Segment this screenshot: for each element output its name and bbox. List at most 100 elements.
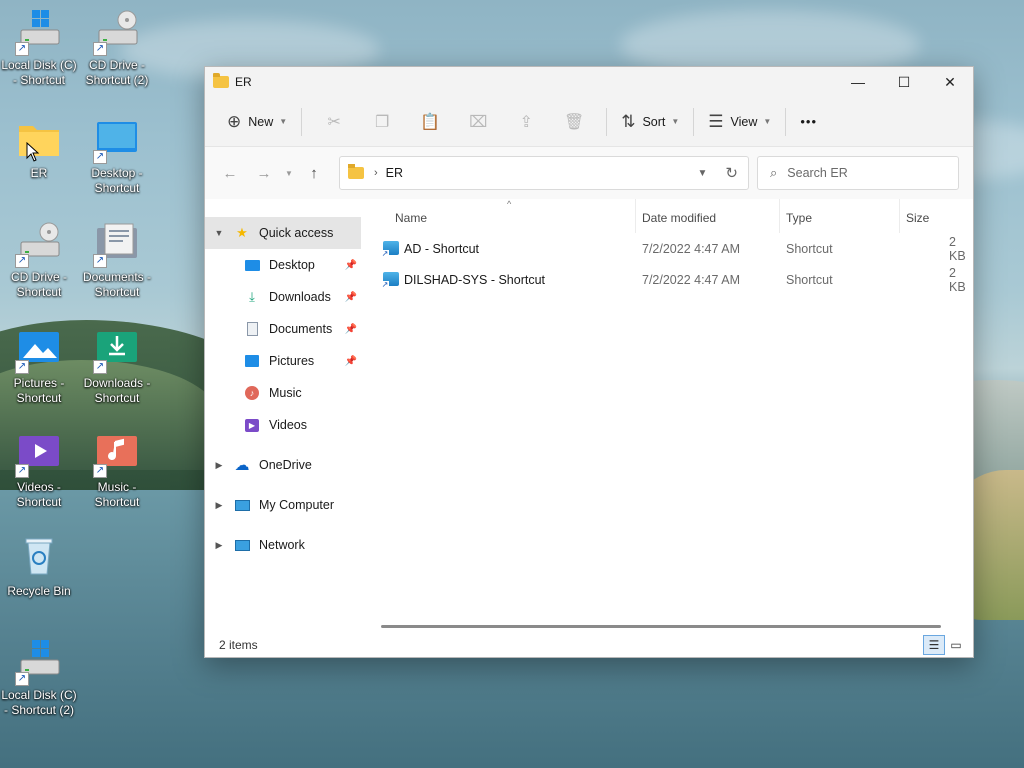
view-button[interactable]: ☰ View ▼	[702, 106, 777, 138]
file-type: Shortcut	[786, 272, 833, 287]
copy-icon[interactable]: ❐	[358, 112, 406, 132]
chevron-down-icon[interactable]: ▼	[205, 228, 233, 238]
nav-item-desktop[interactable]: Desktop 📌	[205, 249, 361, 281]
pin-icon[interactable]: 📌	[345, 324, 357, 335]
rename-icon[interactable]: ⌧	[454, 112, 502, 132]
breadcrumb-er[interactable]: ER	[386, 166, 403, 180]
large-icons-view-icon[interactable]: ▭	[945, 635, 967, 655]
chevron-right-icon[interactable]: ▶	[205, 540, 233, 551]
command-bar: ⊕ New ▼ ✂ ❐ 📋 ⌧ ⇪ 🗑 ⇅ Sort ▼ ☰ View ▼ ••…	[205, 97, 973, 147]
desktop-icon-cd-drive-shortcut[interactable]: ↗ CD Drive - Shortcut	[0, 220, 78, 300]
search-input[interactable]	[787, 166, 938, 180]
plus-circle-icon: ⊕	[227, 111, 242, 131]
sort-label: Sort	[642, 114, 666, 129]
desktop-icon-local-disk-shortcut[interactable]: ↗ Local Disk (C) - Shortcut	[0, 8, 78, 88]
horizontal-scrollbar[interactable]	[381, 625, 941, 628]
navigation-pane: ▼ ★ Quick access Desktop 📌 ⤓ Downloads 📌…	[205, 199, 361, 625]
desktop-icon-desktop-shortcut[interactable]: ↗ Desktop - Shortcut	[78, 116, 156, 196]
column-date-header[interactable]: Date modified	[642, 211, 716, 225]
desktop-icon-music-shortcut[interactable]: ↗ Music - Shortcut	[78, 430, 156, 510]
file-list: ^ Name Date modified Type Size AD - Shor…	[361, 199, 973, 625]
documents-folder-icon: ↗	[93, 220, 141, 268]
shortcut-icon	[381, 272, 399, 289]
pin-icon[interactable]: 📌	[345, 292, 357, 303]
minimize-button[interactable]: —	[835, 67, 881, 97]
more-options-button[interactable]: •••	[794, 106, 823, 138]
chevron-right-icon[interactable]: ▶	[205, 460, 233, 471]
column-headers: ^ Name Date modified Type Size	[361, 199, 973, 233]
file-name: AD - Shortcut	[404, 242, 480, 256]
chevron-down-icon: ▼	[671, 117, 680, 126]
documents-icon	[243, 321, 261, 337]
share-icon[interactable]: ⇪	[502, 112, 550, 132]
nav-onedrive[interactable]: ▶ ☁ OneDrive	[205, 449, 361, 481]
nav-item-documents[interactable]: Documents 📌	[205, 313, 361, 345]
desktop-icon-downloads-shortcut[interactable]: ↗ Downloads - Shortcut	[78, 326, 156, 406]
status-bar: 2 items ☰ ▭	[205, 633, 973, 657]
chevron-right-icon[interactable]: ▶	[205, 500, 233, 511]
nav-item-videos[interactable]: ▶ Videos	[205, 409, 361, 441]
nav-item-downloads[interactable]: ⤓ Downloads 📌	[205, 281, 361, 313]
nav-quick-access[interactable]: ▼ ★ Quick access	[205, 217, 361, 249]
column-divider[interactable]	[779, 199, 780, 233]
desktop-icon-pictures-shortcut[interactable]: ↗ Pictures - Shortcut	[0, 326, 78, 406]
nav-item-music[interactable]: ♪ Music	[205, 377, 361, 409]
back-arrow-icon[interactable]: ←	[213, 165, 247, 182]
pin-icon[interactable]: 📌	[345, 356, 357, 367]
details-view-icon[interactable]: ☰	[923, 635, 945, 655]
desktop-icon-local-disk-shortcut-2[interactable]: ↗ Local Disk (C) - Shortcut (2)	[0, 638, 78, 718]
star-icon: ★	[236, 225, 248, 240]
title-bar[interactable]: ER — ☐ ✕	[205, 67, 973, 97]
nav-item-pictures[interactable]: Pictures 📌	[205, 345, 361, 377]
address-bar[interactable]: › ER ▼ ↻	[339, 156, 749, 190]
chevron-down-icon: ▼	[279, 117, 288, 126]
refresh-icon[interactable]: ↻	[725, 164, 738, 182]
downloads-icon: ⤓	[249, 289, 255, 304]
desktop-icon-recycle-bin[interactable]: Recycle Bin	[0, 534, 78, 599]
forward-arrow-icon[interactable]: →	[247, 165, 281, 182]
folder-icon	[348, 164, 364, 179]
file-type: Shortcut	[786, 241, 833, 256]
maximize-button[interactable]: ☐	[881, 67, 927, 97]
file-explorer-window: ER — ☐ ✕ ⊕ New ▼ ✂ ❐ 📋 ⌧ ⇪ 🗑 ⇅ Sort ▼ ☰ …	[204, 66, 974, 658]
music-folder-icon: ↗	[93, 430, 141, 478]
desktop-icon-documents-shortcut[interactable]: ↗ Documents - Shortcut	[78, 220, 156, 300]
cut-icon[interactable]: ✂	[310, 112, 358, 132]
item-count: 2 items	[219, 638, 258, 652]
column-type-header[interactable]: Type	[786, 211, 812, 225]
address-history-chevron-icon[interactable]: ▼	[698, 168, 708, 179]
sort-button[interactable]: ⇅ Sort ▼	[615, 106, 685, 138]
desktop-icon	[243, 257, 261, 273]
column-divider[interactable]	[899, 199, 900, 233]
sort-ascending-icon: ^	[507, 199, 512, 209]
new-button[interactable]: ⊕ New ▼	[221, 106, 293, 138]
delete-icon[interactable]: 🗑	[550, 112, 598, 132]
more-icon: •••	[800, 114, 817, 129]
network-icon	[233, 537, 251, 553]
desktop-icon-videos-shortcut[interactable]: ↗ Videos - Shortcut	[0, 430, 78, 510]
desktop-icon-cd-drive-shortcut-2[interactable]: ↗ CD Drive - Shortcut (2)	[78, 8, 156, 88]
search-box[interactable]: ⌕	[757, 156, 959, 190]
chevron-right-icon[interactable]: ›	[374, 167, 378, 179]
column-name-header[interactable]: Name	[395, 211, 427, 225]
close-button[interactable]: ✕	[927, 67, 973, 97]
column-size-header[interactable]: Size	[906, 211, 929, 225]
nav-my-computer[interactable]: ▶ My Computer	[205, 489, 361, 521]
paste-icon[interactable]: 📋	[406, 112, 454, 132]
file-row[interactable]: AD - Shortcut 7/2/2022 4:47 AM Shortcut …	[361, 233, 973, 264]
drive-icon: ↗	[15, 638, 63, 686]
up-arrow-icon[interactable]: ↑	[297, 165, 331, 182]
cd-drive-icon: ↗	[15, 220, 63, 268]
pictures-folder-icon: ↗	[15, 326, 63, 374]
shortcut-icon	[381, 241, 399, 258]
toolbar-divider	[606, 107, 608, 136]
nav-network[interactable]: ▶ Network	[205, 529, 361, 561]
new-label: New	[248, 114, 274, 129]
file-row[interactable]: DILSHAD-SYS - Shortcut 7/2/2022 4:47 AM …	[361, 264, 973, 295]
pin-icon[interactable]: 📌	[345, 260, 357, 271]
toolbar-divider	[785, 107, 787, 136]
column-divider[interactable]	[635, 199, 636, 233]
recent-locations-chevron-icon[interactable]: ▼	[281, 169, 297, 178]
toolbar-divider	[301, 107, 303, 136]
file-size: 2 KB	[949, 265, 966, 294]
